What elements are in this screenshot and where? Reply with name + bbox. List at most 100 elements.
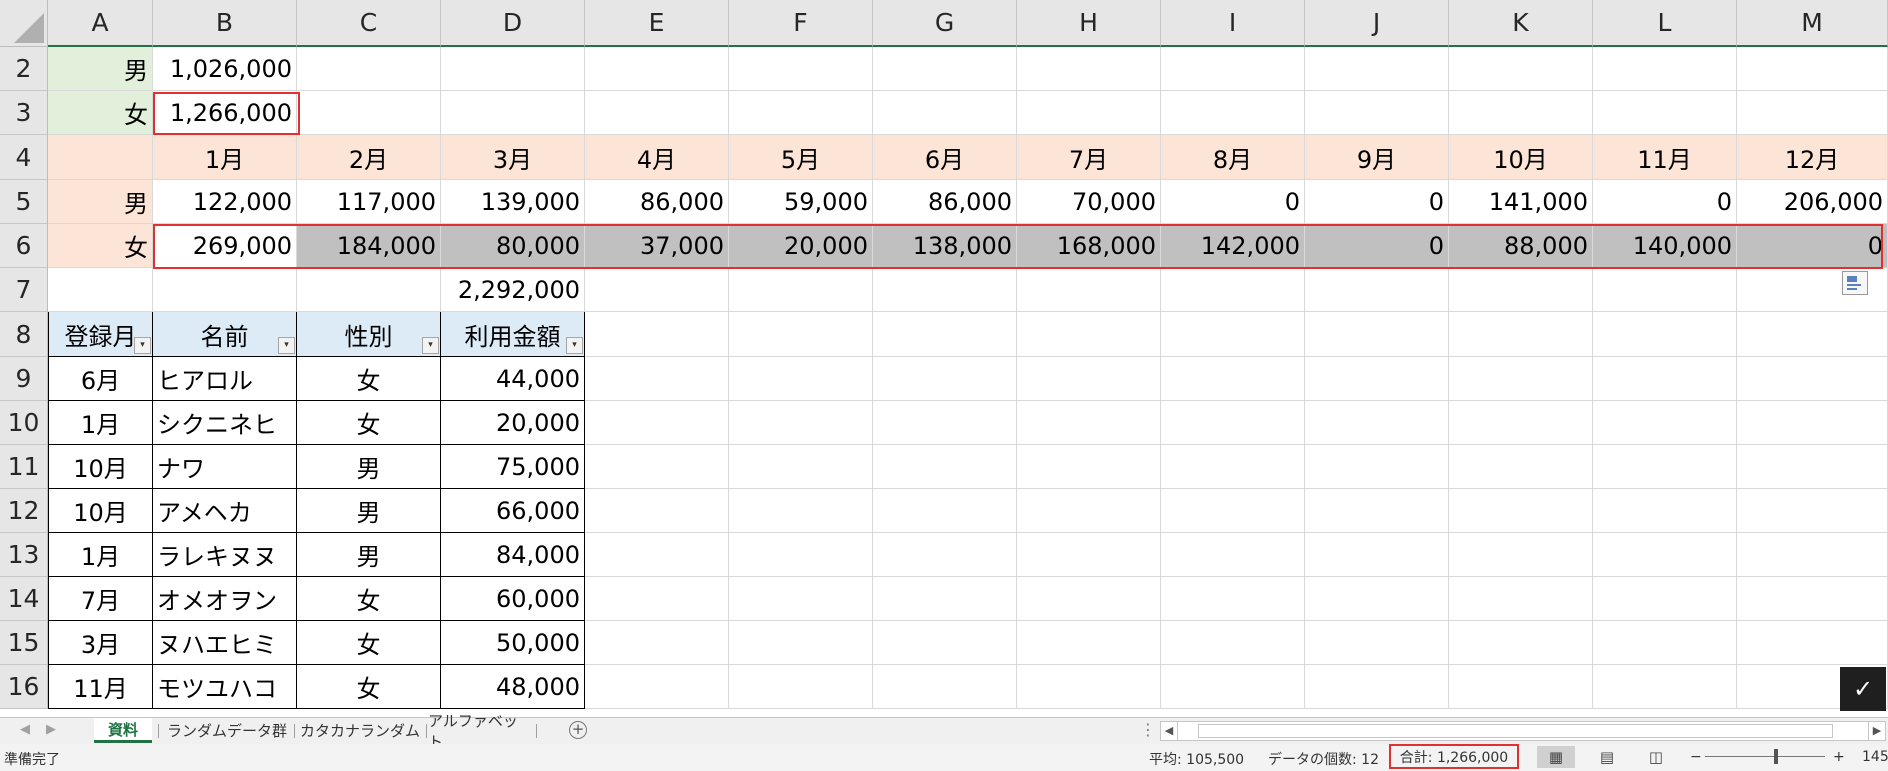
column-header-j[interactable]: J	[1305, 0, 1449, 47]
quick-analysis-icon[interactable]	[1842, 271, 1868, 295]
column-header-l[interactable]: L	[1593, 0, 1737, 47]
count-readout[interactable]: データの個数: 12	[1268, 749, 1379, 769]
grid-cell[interactable]	[585, 312, 729, 357]
table-cell[interactable]: 1月	[48, 401, 153, 445]
grid-cell[interactable]	[585, 357, 729, 401]
scroll-track[interactable]	[1178, 721, 1868, 741]
table-header-3[interactable]: 利用金額 ▾	[441, 312, 585, 357]
row-header-2[interactable]: 2	[0, 47, 48, 91]
grid-cell[interactable]	[729, 357, 873, 401]
sheet-tab[interactable]: アルファベット	[428, 712, 528, 751]
grid-cell[interactable]	[585, 533, 729, 577]
grid-cell[interactable]	[1593, 577, 1737, 621]
monthly-male-value[interactable]: 0	[1305, 180, 1449, 224]
table-cell[interactable]: ラレキヌヌ	[153, 533, 297, 577]
grid-cell[interactable]	[1737, 533, 1888, 577]
summary-female-label[interactable]: 女	[48, 91, 153, 135]
grid-cell[interactable]	[1017, 577, 1161, 621]
table-cell[interactable]: 10月	[48, 445, 153, 489]
grid-cell[interactable]	[873, 268, 1017, 312]
table-cell[interactable]: ナワ	[153, 445, 297, 489]
row-header-4[interactable]: 4	[0, 135, 48, 180]
monthly-male-value[interactable]: 86,000	[585, 180, 729, 224]
monthly-male-value[interactable]: 122,000	[153, 180, 297, 224]
horizontal-scrollbar[interactable]: ◀ ▶	[1160, 721, 1888, 741]
grid-cell[interactable]	[873, 445, 1017, 489]
table-cell[interactable]: 女	[297, 357, 441, 401]
zoom-slider-track[interactable]	[1705, 756, 1825, 757]
table-cell[interactable]: 60,000	[441, 577, 585, 621]
grid-cell[interactable]	[873, 577, 1017, 621]
grid-cell[interactable]	[873, 665, 1017, 709]
table-cell[interactable]: アメヘカ	[153, 489, 297, 533]
table-cell[interactable]: 75,000	[441, 445, 585, 489]
monthly-male-value[interactable]: 0	[1161, 180, 1305, 224]
grid-cell[interactable]	[1017, 47, 1161, 91]
grid-cell[interactable]	[1305, 47, 1449, 91]
filter-dropdown-icon[interactable]: ▾	[422, 337, 439, 354]
table-cell[interactable]: 男	[297, 489, 441, 533]
monthly-female-value[interactable]: 88,000	[1449, 224, 1593, 268]
table-cell[interactable]: 女	[297, 577, 441, 621]
monthly-female-value[interactable]: 142,000	[1161, 224, 1305, 268]
monthly-male-value[interactable]: 206,000	[1737, 180, 1888, 224]
row-header-9[interactable]: 9	[0, 357, 48, 401]
table-cell[interactable]: 44,000	[441, 357, 585, 401]
monthly-male-value[interactable]: 70,000	[1017, 180, 1161, 224]
monthly-female-value[interactable]: 0	[1305, 224, 1449, 268]
grid-cell[interactable]	[873, 312, 1017, 357]
zoom-in-icon[interactable]: +	[1833, 749, 1845, 765]
grid-cell[interactable]	[1161, 621, 1305, 665]
grid-cell[interactable]	[873, 489, 1017, 533]
grid-cell[interactable]	[585, 665, 729, 709]
column-header-a[interactable]: A	[48, 0, 153, 47]
grid-cell[interactable]	[1017, 357, 1161, 401]
monthly-male-value[interactable]: 86,000	[873, 180, 1017, 224]
table-cell[interactable]: オメオヲン	[153, 577, 297, 621]
grid-cell[interactable]	[1737, 577, 1888, 621]
month-header[interactable]: 8月	[1161, 135, 1305, 180]
grid-cell[interactable]	[1593, 401, 1737, 445]
grid-cell[interactable]	[1305, 577, 1449, 621]
row-header-3[interactable]: 3	[0, 91, 48, 135]
add-sheet-icon[interactable]: +	[569, 721, 587, 739]
month-header[interactable]: 1月	[153, 135, 297, 180]
grid-cell[interactable]	[729, 489, 873, 533]
grid-cell[interactable]	[873, 47, 1017, 91]
column-header-i[interactable]: I	[1161, 0, 1305, 47]
scroll-left-icon[interactable]: ◀	[1160, 721, 1178, 741]
grid-cell[interactable]	[1161, 533, 1305, 577]
monthly-female-value[interactable]: 20,000	[729, 224, 873, 268]
grid-cell[interactable]	[1449, 268, 1593, 312]
monthly-male-label[interactable]: 男	[48, 180, 153, 224]
grid-cell[interactable]	[1737, 91, 1888, 135]
grid-cell[interactable]	[1017, 621, 1161, 665]
grid-cell[interactable]	[1737, 47, 1888, 91]
grid-cell[interactable]	[1017, 489, 1161, 533]
grid-cell[interactable]	[1593, 91, 1737, 135]
monthly-female-label[interactable]: 女	[48, 224, 153, 268]
sheet-tab[interactable]: カタカナランダム	[296, 718, 424, 743]
grid-cell[interactable]	[1017, 445, 1161, 489]
grid-cell[interactable]	[1593, 357, 1737, 401]
sum-readout[interactable]: 合計: 1,266,000	[1389, 744, 1519, 769]
grid-cell[interactable]	[1305, 357, 1449, 401]
average-readout[interactable]: 平均: 105,500	[1149, 749, 1244, 769]
grid-cell[interactable]	[1449, 621, 1593, 665]
grid-cell[interactable]	[1593, 665, 1737, 709]
column-header-m[interactable]: M	[1737, 0, 1888, 47]
monthly-female-value[interactable]: 80,000	[441, 224, 585, 268]
monthly-female-value[interactable]: 138,000	[873, 224, 1017, 268]
month-header[interactable]: 9月	[1305, 135, 1449, 180]
monthly-female-value[interactable]: 140,000	[1593, 224, 1737, 268]
next-sheet-icon[interactable]: ▶	[46, 722, 56, 737]
row-header-8[interactable]: 8	[0, 312, 48, 357]
spreadsheet-grid[interactable]: ABCDEFGHIJKLM 2 3 4 5 6 7 8 9 10 11 12 13 14 15 16 男 1,…	[0, 0, 1888, 717]
grid-cell[interactable]	[1449, 577, 1593, 621]
grid-cell[interactable]	[441, 91, 585, 135]
grid-cell[interactable]	[585, 489, 729, 533]
grid-cell[interactable]	[1305, 621, 1449, 665]
monthly-female-value[interactable]: 37,000	[585, 224, 729, 268]
grid-cell[interactable]	[297, 91, 441, 135]
grid-cell[interactable]	[1737, 621, 1888, 665]
